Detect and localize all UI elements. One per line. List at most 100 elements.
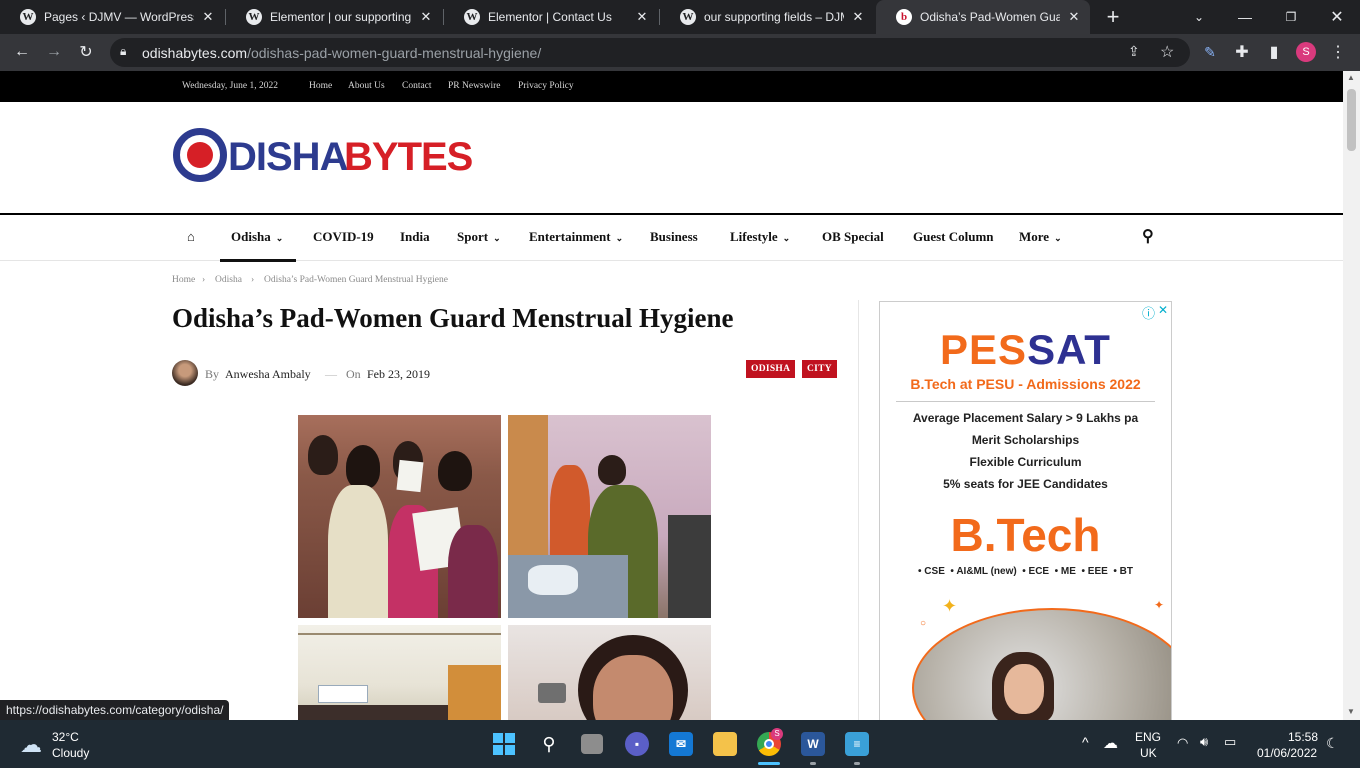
clock-date[interactable]: 01/06/2022 bbox=[1257, 746, 1317, 760]
odishabytes-favicon: b bbox=[896, 9, 912, 25]
language-indicator[interactable]: ENG bbox=[1135, 730, 1161, 744]
breadcrumb-odisha[interactable]: Odisha bbox=[215, 275, 242, 285]
windows-start-icon[interactable] bbox=[492, 732, 516, 756]
teams-chat-icon[interactable]: ▪ bbox=[625, 732, 649, 756]
scroll-up-arrow-icon[interactable]: ▲ bbox=[1347, 73, 1355, 82]
browser-tab-active[interactable]: b Odisha’s Pad-Women Guard ✕ bbox=[876, 0, 1090, 34]
search-icon[interactable]: ⚲ bbox=[1142, 226, 1154, 246]
ad-point: Merit Scholarships bbox=[971, 433, 1080, 447]
browser-tab[interactable]: W our supporting fields – DJMV ✕ bbox=[660, 0, 874, 34]
mail-icon[interactable]: ✉ bbox=[669, 732, 693, 756]
chevron-down-icon: ⌄ bbox=[782, 233, 791, 243]
author-avatar[interactable] bbox=[172, 360, 198, 386]
file-explorer-icon[interactable] bbox=[713, 732, 737, 756]
nav-item-entertainment[interactable]: Entertainment ⌄ bbox=[529, 229, 623, 245]
nav-item-india[interactable]: India bbox=[400, 229, 430, 245]
new-tab-button[interactable]: + bbox=[1090, 0, 1136, 34]
scroll-down-arrow-icon[interactable]: ▼ bbox=[1347, 707, 1355, 716]
browser-tab[interactable]: W Elementor | Contact Us ✕ bbox=[444, 0, 658, 34]
chevron-down-icon: ⌄ bbox=[493, 233, 501, 243]
breadcrumb-separator-icon: › bbox=[251, 275, 255, 285]
close-tab-icon[interactable]: ✕ bbox=[850, 9, 866, 25]
content-sidebar-divider bbox=[858, 300, 859, 720]
battery-icon[interactable]: ▭ bbox=[1224, 734, 1236, 750]
window-close-button[interactable]: ✕ bbox=[1314, 0, 1360, 34]
breadcrumb-home[interactable]: Home bbox=[172, 275, 195, 285]
wordpress-icon: W bbox=[464, 9, 480, 25]
clock-time[interactable]: 15:58 bbox=[1288, 730, 1318, 744]
ad-close-icon[interactable]: ✕ bbox=[1158, 303, 1168, 317]
nav-item-odisha[interactable]: Odisha ⌄ bbox=[231, 229, 283, 245]
topbar-link-contact[interactable]: Contact bbox=[402, 81, 432, 91]
cloud-weather-icon[interactable]: ☁ bbox=[20, 732, 42, 758]
main-navigation: ⌂ Odisha ⌄ COVID-19 India Sport ⌄ Entertai… bbox=[0, 213, 1343, 262]
on-label: On bbox=[346, 367, 361, 381]
close-tab-icon[interactable]: ✕ bbox=[634, 9, 650, 25]
close-tab-icon[interactable]: ✕ bbox=[1066, 9, 1082, 25]
extension-pen-icon[interactable]: ✎ bbox=[1198, 40, 1222, 64]
by-label: By bbox=[205, 367, 220, 381]
restore-button[interactable]: ❐ bbox=[1268, 0, 1314, 34]
topbar-link-about[interactable]: About Us bbox=[348, 81, 385, 91]
wordpress-icon: W bbox=[246, 9, 262, 25]
nav-item-covid19[interactable]: COVID-19 bbox=[313, 229, 374, 245]
profile-avatar[interactable]: S bbox=[1294, 40, 1318, 64]
browser-tab[interactable]: W Pages ‹ DJMV — WordPress ✕ bbox=[0, 0, 224, 34]
site-topbar: Wednesday, June 1, 2022 Home About Us Co… bbox=[0, 71, 1343, 102]
topbar-link-privacy[interactable]: Privacy Policy bbox=[518, 81, 574, 91]
tag-odisha[interactable]: ODISHA bbox=[746, 360, 796, 378]
back-arrow-icon[interactable]: ← bbox=[10, 40, 34, 64]
ad-headline: B.Tech at PESU - Admissions 2022 bbox=[910, 376, 1141, 392]
tab-search-chevron-icon[interactable]: ⌄ bbox=[1176, 0, 1222, 34]
weather-condition[interactable]: Cloudy bbox=[52, 746, 89, 760]
bookmark-star-icon[interactable]: ☆ bbox=[1160, 42, 1174, 62]
nav-item-ob-special[interactable]: OB Special bbox=[822, 229, 884, 245]
notifications-moon-icon[interactable]: ☾ bbox=[1326, 735, 1339, 752]
reload-icon[interactable]: ↻ bbox=[74, 40, 98, 64]
url-text[interactable]: odishabytes.com/odishas-pad-women-guard-… bbox=[142, 45, 541, 61]
share-icon[interactable]: ⇪ bbox=[1128, 43, 1140, 60]
close-tab-icon[interactable]: ✕ bbox=[418, 9, 434, 25]
volume-icon[interactable]: 🔊︎ bbox=[1200, 734, 1208, 750]
close-tab-icon[interactable]: ✕ bbox=[200, 9, 216, 25]
advertisement-pessat[interactable]: ⓘ ✕ PESSAT B.Tech at PESU - Admissions 2… bbox=[879, 301, 1172, 720]
ad-info-icon[interactable]: ⓘ bbox=[1142, 303, 1155, 322]
topbar-link-home[interactable]: Home bbox=[309, 81, 332, 91]
search-icon[interactable]: ⚲ bbox=[537, 732, 561, 756]
minimize-button[interactable]: — bbox=[1222, 0, 1268, 34]
nav-item-business[interactable]: Business bbox=[650, 229, 698, 245]
page-scrollbar[interactable]: ▲ ▼ bbox=[1343, 71, 1360, 720]
topbar-date: Wednesday, June 1, 2022 bbox=[182, 81, 278, 91]
author-name[interactable]: Anwesha Ambaly bbox=[225, 367, 311, 382]
nav-item-lifestyle[interactable]: Lifestyle ⌄ bbox=[730, 229, 790, 245]
weather-temperature[interactable]: 32°C bbox=[52, 730, 79, 744]
menu-kebab-icon[interactable]: ⋮ bbox=[1326, 40, 1350, 64]
show-hidden-icons-chevron-icon[interactable]: ^ bbox=[1082, 734, 1089, 750]
tab-title: Elementor | Contact Us bbox=[488, 10, 612, 24]
wordpress-icon: W bbox=[20, 9, 36, 25]
tag-city[interactable]: CITY bbox=[802, 360, 837, 378]
extensions-puzzle-icon[interactable]: ✚ bbox=[1230, 40, 1254, 64]
notepad-icon[interactable]: ≡ bbox=[845, 732, 869, 756]
topbar-link-pr-newswire[interactable]: PR Newswire bbox=[448, 81, 501, 91]
nav-item-guest-column[interactable]: Guest Column bbox=[913, 229, 994, 245]
onedrive-cloud-icon[interactable]: ☁ bbox=[1103, 734, 1118, 752]
lock-icon[interactable]: 🔒︎ bbox=[120, 44, 126, 59]
word-icon[interactable]: W bbox=[801, 732, 825, 756]
breadcrumb-current: Odisha’s Pad-Women Guard Menstrual Hygie… bbox=[264, 275, 448, 285]
nav-item-sport[interactable]: Sport ⌄ bbox=[457, 229, 501, 245]
site-logo[interactable]: DISHA BYTES bbox=[172, 127, 474, 185]
keyboard-layout[interactable]: UK bbox=[1140, 746, 1157, 760]
nav-item-more[interactable]: More ⌄ bbox=[1019, 229, 1062, 245]
wifi-icon[interactable]: ◠ bbox=[1177, 735, 1188, 751]
address-bar[interactable]: 🔒︎ odishabytes.com/odishas-pad-women-gua… bbox=[110, 38, 1190, 67]
side-panel-icon[interactable]: ▮ bbox=[1262, 40, 1286, 64]
ad-brand: PESSAT bbox=[940, 326, 1111, 373]
scrollbar-thumb[interactable] bbox=[1347, 89, 1356, 151]
open-app-indicator bbox=[810, 762, 816, 765]
photo-classroom-banner bbox=[298, 625, 501, 720]
task-view-icon[interactable] bbox=[581, 734, 603, 754]
forward-arrow-icon[interactable]: → bbox=[42, 40, 66, 64]
home-icon[interactable]: ⌂ bbox=[187, 229, 195, 245]
browser-tab[interactable]: W Elementor | our supporting fi ✕ bbox=[226, 0, 442, 34]
